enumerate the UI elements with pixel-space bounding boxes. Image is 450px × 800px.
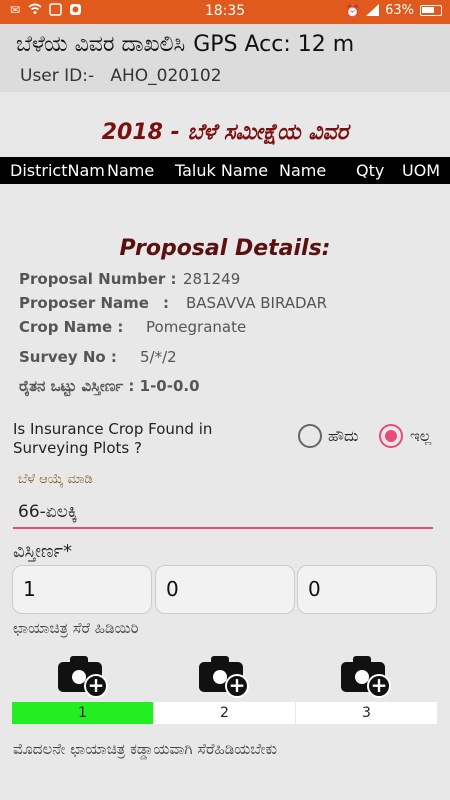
proposal-title: Proposal Details: bbox=[119, 236, 331, 261]
status-right-icons: ⏰ 63% bbox=[345, 3, 442, 18]
crop-select-underline bbox=[13, 527, 433, 529]
add-photo-2-button[interactable]: + bbox=[199, 656, 251, 698]
crop-name-value: Pomegranate bbox=[146, 318, 247, 336]
radio-no[interactable] bbox=[379, 424, 403, 448]
area-input-cent[interactable]: 0 bbox=[297, 565, 437, 614]
radio-yes[interactable] bbox=[298, 424, 322, 448]
photo-step-3: 3 bbox=[296, 702, 437, 724]
survey-number-label: Survey No : bbox=[19, 348, 117, 366]
total-area-label: ರೈತನ ಒಟ್ಟು ವಿಸ್ತೀರ್ಣ : 1-0-0.0 bbox=[19, 377, 200, 395]
plus-icon: + bbox=[225, 674, 249, 698]
proposer-name-label: Proposer Name bbox=[19, 294, 149, 312]
survey-number-value: 5/*/2 bbox=[140, 348, 177, 366]
area-input-gunta[interactable]: 0 bbox=[155, 565, 295, 614]
plus-icon: + bbox=[367, 674, 391, 698]
column-header: DistrictNam bbox=[10, 161, 105, 180]
proposal-number-label: Proposal Number : bbox=[19, 270, 177, 288]
photo-required-note: ಮೊದಲನೇ ಛಾಯಾಚಿತ್ರ ಕಡ್ಡಾಯವಾಗಿ ಸೆರೆಹಿಡಿಯಬೇಕ… bbox=[13, 740, 277, 758]
crop-name-label: Crop Name : bbox=[19, 318, 124, 336]
signal-icon bbox=[365, 3, 379, 18]
battery-percent: 63% bbox=[385, 3, 414, 18]
column-header: Taluk Name bbox=[175, 161, 269, 180]
battery-icon bbox=[420, 5, 442, 16]
proposal-number-value: 281249 bbox=[183, 270, 241, 288]
proposer-name-colon: : bbox=[163, 294, 169, 312]
user-id-label: User ID:- bbox=[20, 66, 95, 86]
radio-no-label[interactable]: ಇಲ್ಲ bbox=[410, 427, 431, 445]
photo-step-1: 1 bbox=[12, 702, 153, 724]
alarm-icon: ⏰ bbox=[345, 3, 361, 18]
crop-select-label: ಬೆಳೆ ಆಯ್ಕೆ ಮಾಡಿ bbox=[18, 472, 93, 487]
survey-title: 2018 - ಬೆಳೆ ಸಮೀಕ್ಷೆಯ ವಿವರ bbox=[101, 120, 349, 145]
area-input-acre[interactable]: 1 bbox=[12, 565, 152, 614]
add-photo-1-button[interactable]: + bbox=[58, 656, 110, 698]
column-header: Qty bbox=[356, 161, 385, 180]
page-title-text: ಬೆಳೆಯ ವಿವರ ದಾಖಲಿಸಿ bbox=[16, 32, 186, 57]
proposer-name-value: BASAVVA BIRADAR bbox=[186, 294, 328, 312]
table-header: DistrictNam Name Taluk Name Name Qty UOM bbox=[0, 157, 450, 184]
gps-accuracy: GPS Acc: 12 m bbox=[193, 32, 355, 57]
plus-icon: + bbox=[84, 674, 108, 698]
area-label: ವಿಸ್ತೀರ್ಣ* bbox=[13, 541, 72, 562]
app-header: ಬೆಳೆಯ ವಿವರ ದಾಖಲಿಸಿ GPS Acc: 12 m User ID:… bbox=[0, 24, 450, 92]
insurance-crop-question: Is Insurance Crop Found in Surveying Plo… bbox=[13, 420, 213, 457]
column-header: UOM bbox=[402, 161, 441, 180]
photo-capture-label: ಛಾಯಾಚಿತ್ರ ಸೆರೆ ಹಿಡಿಯಿರಿ bbox=[13, 619, 139, 637]
user-id-row: User ID:- AHO_020102 bbox=[20, 66, 222, 86]
user-id-value: AHO_020102 bbox=[110, 66, 222, 86]
status-bar: ✉ 18:35 ⏰ 63% bbox=[0, 0, 450, 24]
radio-yes-label[interactable]: ಹೌದು bbox=[328, 427, 358, 445]
page-title: ಬೆಳೆಯ ವಿವರ ದಾಖಲಿಸಿ GPS Acc: 12 m bbox=[16, 32, 354, 57]
photo-step-2: 2 bbox=[154, 702, 295, 724]
column-header: Name bbox=[107, 161, 155, 180]
add-photo-3-button[interactable]: + bbox=[341, 656, 393, 698]
column-header: Name bbox=[279, 161, 327, 180]
crop-select-input[interactable]: 66-ಏಲಕ್ಕಿ bbox=[18, 502, 77, 522]
